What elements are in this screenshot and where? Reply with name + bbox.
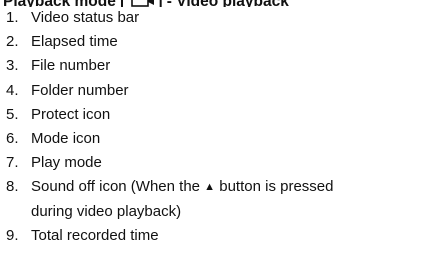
- manual-page: Playback mode [] - Video playback 1. Vide…: [0, 0, 440, 253]
- item-number: 7.: [6, 154, 19, 172]
- item-text: Elapsed time: [31, 33, 118, 51]
- item-number: 1.: [6, 9, 19, 26]
- item-number: 3.: [6, 57, 19, 75]
- item-number: 6.: [6, 130, 19, 148]
- list-item: 6. Mode icon: [0, 127, 440, 151]
- item-text: Sound off icon (When the: [31, 178, 200, 196]
- item-number: 4.: [6, 81, 19, 99]
- item-number: 9.: [6, 227, 19, 245]
- list-item: 5. Protect icon: [0, 103, 440, 127]
- list-item: 3. File number: [0, 54, 440, 78]
- item-text-continued: during video playback): [31, 203, 182, 221]
- item-text: File number: [31, 57, 111, 75]
- list-item: 2. Elapsed time: [0, 30, 440, 54]
- list-item: 4. Folder number: [0, 79, 440, 103]
- item-number: 5.: [6, 105, 19, 123]
- up-button-glyph: ▲: [204, 181, 216, 194]
- item-text: Folder number: [31, 81, 129, 99]
- item-text: Video status bar: [31, 9, 140, 26]
- list-item: 1. Video status bar: [0, 6, 440, 30]
- item-text: Protect icon: [31, 105, 111, 123]
- item-text: Total recorded time: [31, 227, 159, 245]
- item-text: Mode icon: [31, 130, 101, 148]
- list-item: 9. Total recorded time: [0, 224, 440, 248]
- list-item: 8. Sound off icon (When the ▲ button is p…: [0, 175, 440, 224]
- item-text: button is pressed: [219, 178, 334, 196]
- item-text: Play mode: [31, 154, 102, 172]
- item-number: 8.: [6, 178, 19, 196]
- item-number: 2.: [6, 33, 19, 51]
- callout-list: 1. Video status bar 2. Elapsed time 3. File…: [0, 6, 440, 249]
- list-item: 7. Play mode: [0, 151, 440, 175]
